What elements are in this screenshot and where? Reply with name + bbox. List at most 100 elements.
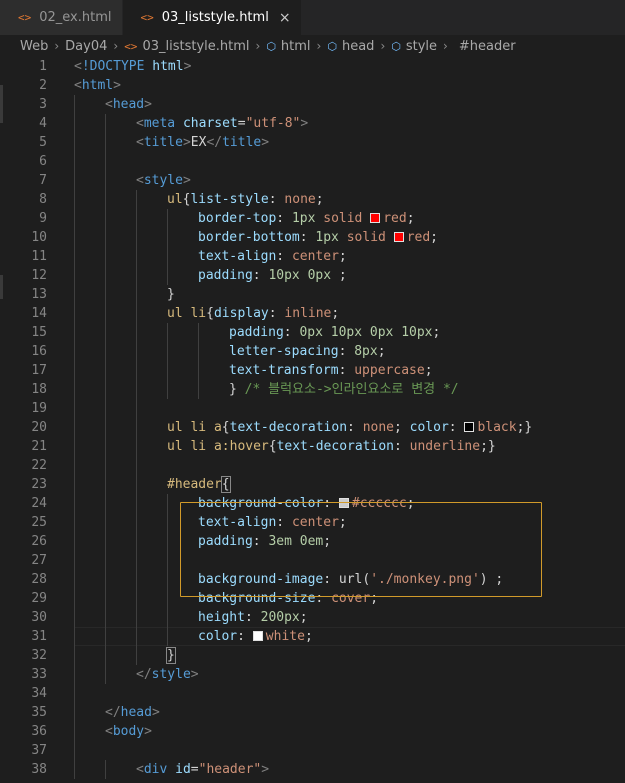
code-line[interactable]: 24 background-color: #cccccc; [0,494,625,513]
indent-guide [74,494,75,513]
indent-guide [74,627,75,646]
code-token: { [221,420,230,435]
code-text: padding: 10px 0px ; [198,266,347,285]
code-line[interactable]: 19 [0,399,625,418]
indent-guide [74,475,75,494]
code-token: none [284,192,316,207]
code-token: style [143,173,183,188]
code-line[interactable]: 2 <html> [0,76,625,95]
code-line[interactable]: 13} [0,285,625,304]
code-token: text-align [198,515,277,530]
code-line[interactable]: 29 background-size: cover; [0,589,625,608]
tab-03-liststyle-html[interactable]: <> 03_liststyle.html × [122,0,302,35]
indent-guide [74,532,75,551]
code-line[interactable]: 34 [0,684,625,703]
indent-guide [136,399,137,418]
code-line[interactable]: 32} [0,646,625,665]
code-line[interactable]: 18} /* 블럭요소->인라인요소로 변경 */ [0,380,625,399]
code-token: { [268,439,277,454]
breadcrumb-item-web[interactable]: Web [20,39,48,54]
code-line[interactable]: 20 ul li a{text-decoration: none; color: … [0,418,625,437]
code-line[interactable]: 6 [0,152,625,171]
breadcrumb-item-file[interactable]: 03_liststyle.html [142,39,249,54]
code-token: 1px [291,211,324,226]
code-token: ; [331,306,340,321]
indent-guide [167,494,168,513]
code-line[interactable]: 25 text-align: center; [0,513,625,532]
code-line[interactable]: 38 <div id="header"> [0,760,625,779]
code-line[interactable]: 28 background-image: url('./monkey.png') … [0,570,625,589]
color-swatch[interactable] [252,631,263,641]
code-line[interactable]: 26 padding: 3em 0em; [0,532,625,551]
indent-guide [105,532,106,551]
line-number: 17 [31,363,47,378]
code-line[interactable]: 16 letter-spacing: 8px; [0,342,625,361]
indent-guide [136,627,137,646]
line-number: 27 [31,553,47,568]
indent-guide [105,380,106,399]
breadcrumb: Web › Day04 › <> 03_liststyle.html › ⬡ h… [0,35,625,57]
code-token: < [136,135,144,150]
breadcrumb-item-header[interactable]: #header [459,39,516,54]
line-number: 33 [31,667,47,682]
chevron-right-icon: › [380,39,386,53]
code-line[interactable]: 33 </style> [0,665,625,684]
code-line[interactable]: 3 <head> [0,95,625,114]
code-line[interactable]: 7 <style> [0,171,625,190]
indent-guide [74,684,75,703]
code-line[interactable]: 5 <title>EX</title> [0,133,625,152]
indent-guide [167,342,168,361]
code-line[interactable]: 10 border-bottom: 1px solid red; [0,228,625,247]
code-token: < [105,724,113,739]
breadcrumb-item-day04[interactable]: Day04 [65,39,107,54]
code-line[interactable]: 14 ul li{display: inline; [0,304,625,323]
code-line[interactable]: 36 <body> [0,722,625,741]
code-line[interactable]: 37 [0,741,625,760]
color-swatch[interactable] [370,213,381,223]
code-line[interactable]: 9 border-top: 1px solid red; [0,209,625,228]
code-line[interactable]: 12 padding: 10px 0px ; [0,266,625,285]
code-token: #header [167,477,222,492]
color-swatch[interactable] [464,422,475,432]
code-token: > [190,667,199,682]
breadcrumb-item-head[interactable]: head [342,39,374,54]
color-swatch[interactable] [393,232,404,242]
code-line[interactable]: 30 height: 200px; [0,608,625,627]
line-number: 21 [31,439,47,454]
code-text: <html> [74,76,121,95]
line-number: 10 [31,230,47,245]
chevron-right-icon: › [113,39,119,53]
code-text: border-bottom: 1px solid red; [198,228,438,247]
code-line[interactable]: 23 #header{ [0,475,625,494]
code-line[interactable]: 8 ul{list-style: none; [0,190,625,209]
code-line[interactable]: 1 <!DOCTYPE html> [0,57,625,76]
code-text: text-transform: uppercase; [229,361,433,380]
code-token: > [300,116,309,131]
code-line[interactable]: 35 </head> [0,703,625,722]
code-line[interactable]: 21 ul li a:hover{text-decoration: underli… [0,437,625,456]
code-token: charset [182,116,238,131]
indent-guide [105,152,106,171]
code-line[interactable]: 17 text-transform: uppercase; [0,361,625,380]
code-line[interactable]: 4 <meta charset="utf-8"> [0,114,625,133]
tab-02-ex-html[interactable]: <> 02_ex.html [0,0,123,35]
indent-guide [105,570,106,589]
code-line[interactable]: 15 padding: 0px 10px 0px 10px; [0,323,625,342]
code-token: < [136,173,144,188]
line-number: 22 [31,458,47,473]
breadcrumb-item-html[interactable]: html [281,39,311,54]
indent-guide [167,228,168,247]
code-line[interactable]: 31 color: white; [0,627,625,646]
indent-guide [136,513,137,532]
breadcrumb-item-style[interactable]: style [406,39,437,54]
color-swatch[interactable] [338,498,349,508]
code-line[interactable]: 27 [0,551,625,570]
indent-guide [105,608,106,627]
close-icon[interactable]: × [279,10,291,26]
code-text: } [167,285,175,304]
indent-guide [74,114,75,133]
code-line[interactable]: 11 text-align: center; [0,247,625,266]
code-token: body [112,724,145,739]
code-line[interactable]: 22 [0,456,625,475]
code-editor[interactable]: 1 <!DOCTYPE html> 2 <html> 3 <head> 4 <meta cha… [0,57,625,783]
